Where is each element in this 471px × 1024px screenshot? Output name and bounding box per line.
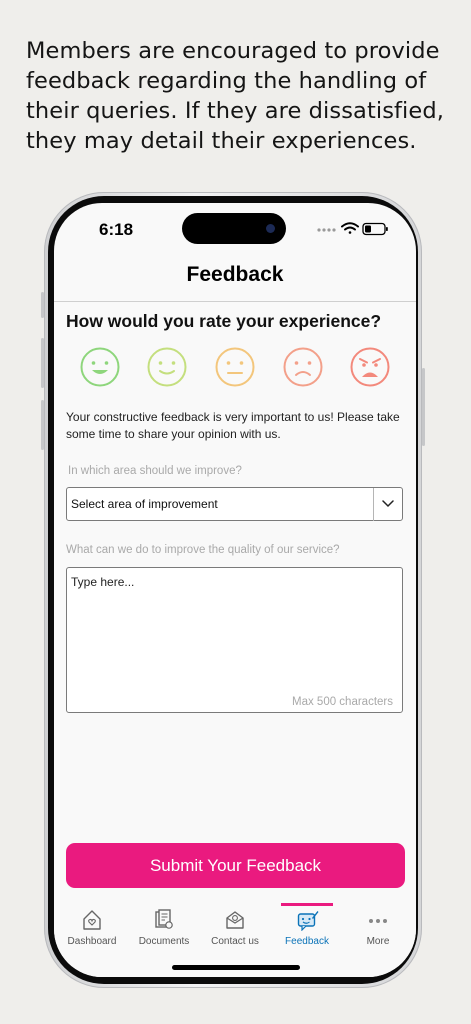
status-icons: [316, 220, 396, 236]
rating-question: How would you rate your experience?: [66, 311, 382, 331]
sad-face-icon[interactable]: [283, 347, 323, 387]
submit-feedback-button[interactable]: Submit Your Feedback: [66, 843, 405, 888]
tab-contact-us[interactable]: Contact us: [199, 903, 271, 963]
tab-label: Feedback: [285, 936, 329, 947]
service-input-label: What can we do to improve the quality of…: [66, 544, 340, 556]
battery-icon: [362, 222, 388, 236]
improve-area-select[interactable]: Select area of improvement: [66, 487, 403, 521]
phone-power-button: [422, 368, 425, 446]
improve-area-selected-value: Select area of improvement: [71, 497, 218, 511]
phone-volume-up-button: [41, 338, 44, 388]
tab-more[interactable]: More: [342, 903, 414, 963]
phone-action-button: [41, 292, 44, 318]
mail-contact-icon: [225, 909, 245, 931]
home-heart-icon: [82, 909, 102, 931]
tab-label: Documents: [138, 936, 190, 947]
happy-face-icon[interactable]: [147, 347, 187, 387]
phone-volume-down-button: [41, 400, 44, 450]
feedback-intro-text: Your constructive feedback is very impor…: [66, 410, 400, 441]
neutral-face-icon[interactable]: [215, 347, 255, 387]
tab-label: Contact us: [211, 936, 259, 947]
tab-dashboard[interactable]: Dashboard: [56, 903, 128, 963]
character-limit-hint: Max 500 characters: [292, 696, 393, 708]
textarea-placeholder: Type here...: [71, 575, 135, 589]
signal-dots-icon: [317, 228, 336, 232]
improve-area-label: In which area should we improve?: [68, 465, 242, 477]
header-divider: [54, 301, 416, 302]
tab-label: More: [366, 936, 390, 947]
page-title: Feedback: [186, 263, 284, 286]
tab-label: Dashboard: [67, 936, 117, 947]
service-feedback-textarea[interactable]: Type here... Max 500 characters: [66, 567, 403, 713]
documents-icon: [154, 909, 174, 931]
camera-icon: [266, 224, 275, 233]
feedback-icon: [297, 909, 319, 932]
very-happy-face-icon[interactable]: [80, 347, 120, 387]
active-tab-indicator: [281, 903, 333, 906]
tab-feedback[interactable]: Feedback: [271, 903, 343, 963]
app-screen: 6:18 Feedback How would you rate your ex…: [54, 203, 416, 977]
home-indicator: [172, 965, 300, 970]
promo-text: Members are encouraged to provide feedba…: [26, 38, 444, 154]
more-dots-icon: [368, 909, 388, 931]
angry-face-icon[interactable]: [350, 347, 390, 387]
tab-documents[interactable]: Documents: [128, 903, 200, 963]
dynamic-island: [182, 213, 286, 244]
wifi-icon: [341, 222, 359, 234]
status-time: 6:18: [99, 220, 134, 239]
chevron-down-icon: [374, 500, 402, 508]
